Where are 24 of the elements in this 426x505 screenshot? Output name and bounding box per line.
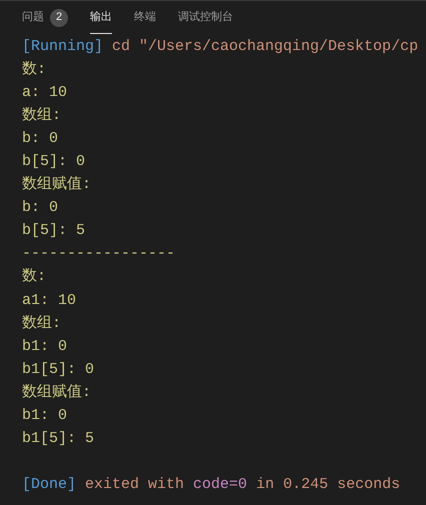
panel-tab[interactable]: 调试控制台 bbox=[178, 1, 233, 34]
output-line: b1[5]: 5 bbox=[22, 428, 94, 449]
output-line: b1[5]: 0 bbox=[22, 360, 94, 380]
output-line: 数组赋值: bbox=[22, 174, 92, 196]
output-line: a: 10 bbox=[22, 83, 68, 104]
output-line: b: 0 bbox=[22, 129, 58, 150]
output-line: 数: bbox=[22, 60, 46, 80]
output-line: b1: 0 bbox=[22, 406, 68, 426]
output-line: 数: bbox=[22, 267, 46, 288]
output-line: ----------------- bbox=[22, 244, 176, 264]
output-line: [Running] cd "/Users/caochangqing/Desktop/cp bbox=[22, 37, 418, 57]
output-line: 数组: bbox=[22, 314, 62, 334]
output-line: 数组: bbox=[22, 106, 62, 126]
output-line: [Done] exited with code=0 in 0.245 seconds bbox=[22, 474, 400, 495]
panel-tab[interactable]: 终端 bbox=[134, 1, 156, 34]
panel-tab[interactable]: 输出 bbox=[90, 1, 112, 34]
panel-tab[interactable]: 问题 bbox=[22, 1, 44, 34]
output-line: a1: 10 bbox=[22, 290, 76, 311]
output-line: b[5]: 5 bbox=[22, 221, 86, 242]
count-badge: 2 bbox=[50, 8, 68, 26]
output-line: b[5]: 0 bbox=[22, 152, 86, 172]
output-line: b1: 0 bbox=[22, 336, 68, 357]
output-line: 数组赋值: bbox=[22, 382, 92, 403]
output-line: b: 0 bbox=[22, 198, 58, 218]
